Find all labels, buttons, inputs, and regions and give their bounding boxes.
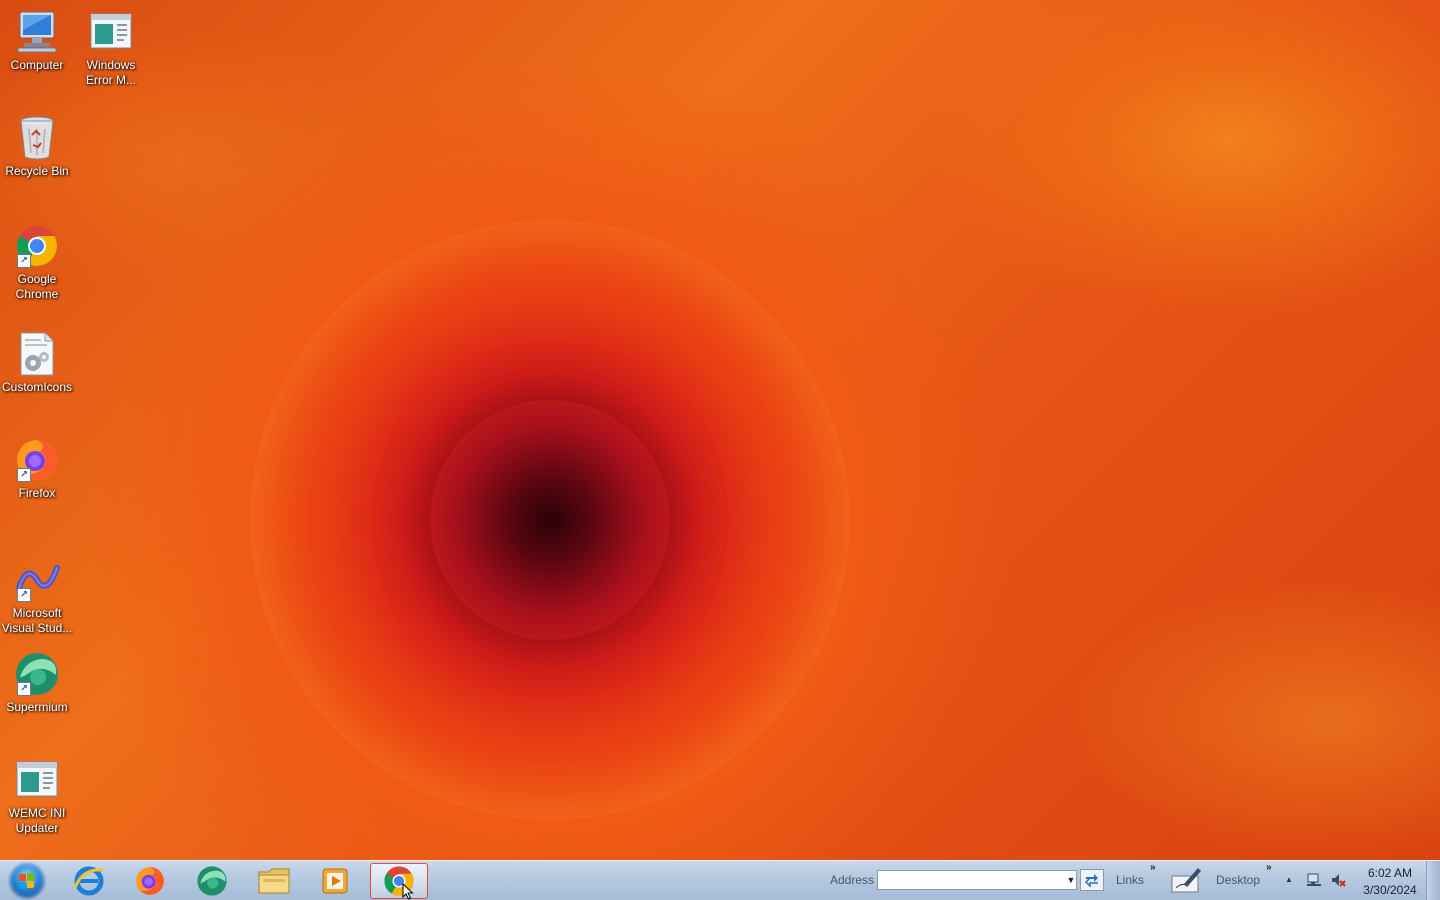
- desktop-icon-customicons[interactable]: CustomIcons: [0, 330, 74, 395]
- volume-muted-icon[interactable]: [1330, 872, 1346, 888]
- desktop-icon-firefox[interactable]: ↗ Firefox: [0, 436, 74, 501]
- pen-tablet-icon: [1171, 868, 1201, 893]
- wallpaper-flower-core: [430, 400, 670, 640]
- settings-file-icon: [13, 330, 61, 378]
- desktop-icon-google-chrome[interactable]: ↗ Google Chrome: [0, 222, 74, 302]
- firefox-icon: [136, 867, 164, 895]
- desktop-icon-wemc-ini-updater[interactable]: WEMC INI Updater: [0, 756, 74, 836]
- recycle-bin-icon: [13, 114, 61, 162]
- windows-logo-icon: [10, 864, 44, 898]
- go-arrow-icon: [1084, 874, 1098, 887]
- supermium-icon: ↗: [13, 650, 61, 698]
- visual-studio-icon: ↗: [13, 556, 61, 604]
- computer-icon: [13, 8, 61, 56]
- chrome-icon: ↗: [13, 222, 61, 270]
- clock-time[interactable]: 6:02 AM: [1356, 866, 1424, 880]
- shortcut-arrow-icon: ↗: [17, 682, 31, 696]
- links-toolbar-label[interactable]: Links: [1116, 873, 1144, 887]
- network-icon[interactable]: [1306, 872, 1322, 888]
- taskbar-google-chrome[interactable]: [370, 863, 428, 899]
- firefox-icon: ↗: [13, 436, 61, 484]
- desktop-icon-recycle-bin[interactable]: Recycle Bin: [0, 114, 74, 179]
- address-label: Address: [830, 873, 875, 887]
- links-overflow-chevron-icon[interactable]: »: [1150, 862, 1156, 873]
- desktop-toolbar-label[interactable]: Desktop: [1216, 873, 1260, 887]
- taskbar-internet-explorer[interactable]: [62, 863, 116, 899]
- clock-date[interactable]: 3/30/2024: [1356, 883, 1424, 897]
- desktop-icon-label: Microsoft Visual Stud...: [1, 606, 73, 635]
- ie-icon: [73, 866, 104, 896]
- show-hidden-icons-button[interactable]: ▲: [1285, 875, 1293, 884]
- supermium-icon: [197, 866, 227, 896]
- desktop-icon-label: Recycle Bin: [5, 164, 69, 178]
- desktop-icon-label: Google Chrome: [15, 272, 59, 301]
- document-window-icon: [87, 8, 135, 56]
- desktop-icon-computer[interactable]: Computer: [0, 8, 74, 73]
- start-button[interactable]: [6, 863, 48, 899]
- document-window-icon: [13, 756, 61, 804]
- desktop-icon-label: Windows Error M...: [86, 58, 136, 87]
- taskbar-firefox[interactable]: [123, 863, 177, 899]
- address-dropdown-button[interactable]: ▼: [1064, 872, 1078, 888]
- desktop-icon-label: CustomIcons: [1, 380, 73, 394]
- desktop-icon-windows-error-m[interactable]: Windows Error M...: [74, 8, 148, 88]
- shortcut-arrow-icon: ↗: [17, 254, 31, 268]
- wallpaper-flower-ring: [250, 220, 850, 820]
- folder-icon: [258, 868, 290, 894]
- address-input[interactable]: [877, 870, 1077, 890]
- desktop-icon-label: Firefox: [18, 486, 56, 500]
- taskbar-media-player[interactable]: [308, 863, 362, 899]
- desktop-icon-label: WEMC INI Updater: [8, 806, 66, 835]
- desktop-icon-microsoft-visual-studio[interactable]: ↗ Microsoft Visual Stud...: [0, 556, 74, 636]
- desktop-icon-label: Supermium: [6, 700, 68, 714]
- pen-input-button[interactable]: [1168, 864, 1204, 896]
- shortcut-arrow-icon: ↗: [17, 468, 31, 482]
- taskbar-supermium[interactable]: [185, 863, 239, 899]
- desktop-background: Computer Windows Error M... Recycle Bin …: [0, 0, 1440, 860]
- taskbar-windows-explorer[interactable]: [247, 863, 301, 899]
- show-desktop-button[interactable]: [1426, 861, 1440, 900]
- media-player-icon: [322, 868, 348, 894]
- desktop-icon-supermium[interactable]: ↗ Supermium: [0, 650, 74, 715]
- shortcut-arrow-icon: ↗: [17, 588, 31, 602]
- mouse-cursor-icon: [402, 883, 414, 900]
- desktop-icon-label: Computer: [10, 58, 64, 72]
- desktop-overflow-chevron-icon[interactable]: »: [1266, 862, 1272, 873]
- address-go-button[interactable]: [1080, 869, 1104, 891]
